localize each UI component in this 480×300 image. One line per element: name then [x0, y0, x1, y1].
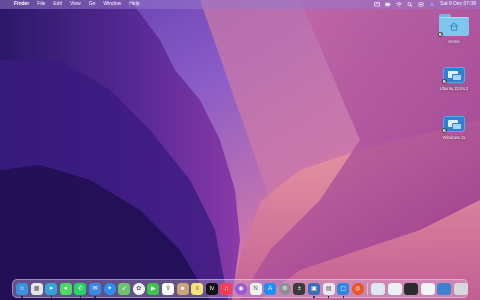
- running-indicator: [50, 296, 52, 298]
- alias-arrow-icon: ↗: [438, 32, 443, 37]
- menubar-status-area: Sat 9 Dec 07:38: [374, 0, 476, 9]
- preview-icon[interactable]: ▤: [322, 283, 335, 295]
- desktop-icon-ubuntu-vm[interactable]: ↗ Ubuntu 22.04.2: [430, 67, 478, 91]
- finder-icon[interactable]: ☺: [16, 283, 28, 295]
- maps-icon[interactable]: ➶: [118, 283, 131, 295]
- downloads-stack-icon[interactable]: [371, 283, 386, 295]
- dock: ☺ ▦ ➤ ● ✆ ✉ ✦ ➶ ✿ ▶ 9 ☻ ≡ tv ♫ ◉ N A ⚙ ± ▣ ▤ ▢ ◎: [12, 279, 468, 298]
- running-indicator: [327, 296, 330, 298]
- desktop-icon-windows-vm[interactable]: ↗ Windows 11: [430, 116, 478, 140]
- telegram-icon[interactable]: ➤: [45, 283, 58, 295]
- control-center-icon[interactable]: [418, 2, 424, 7]
- battery-icon[interactable]: [385, 2, 391, 7]
- menu-edit[interactable]: Edit: [53, 0, 62, 9]
- terminal-window-icon[interactable]: [404, 283, 419, 295]
- contacts-icon[interactable]: ☻: [176, 283, 189, 295]
- apple-tv-icon[interactable]: tv: [205, 283, 218, 295]
- menu-bar: Finder File Edit View Go Window Help Sat…: [0, 0, 480, 9]
- desktop-icon-label: Windows 11: [442, 135, 466, 140]
- podcasts-icon[interactable]: ◉: [235, 283, 247, 295]
- menu-file[interactable]: File: [37, 0, 45, 9]
- app-store-icon[interactable]: A: [264, 283, 277, 295]
- running-indicator: [313, 296, 315, 298]
- wifi-icon[interactable]: [396, 2, 402, 7]
- safari-icon[interactable]: ✦: [103, 283, 116, 295]
- menu-help[interactable]: Help: [129, 0, 139, 9]
- menu-go[interactable]: Go: [89, 0, 96, 9]
- trash-icon[interactable]: [453, 283, 468, 295]
- siri-icon[interactable]: [429, 2, 435, 7]
- alias-arrow-icon: ↗: [442, 79, 447, 84]
- calculator-icon[interactable]: ±: [293, 283, 306, 295]
- running-indicator: [94, 296, 96, 298]
- photos-icon[interactable]: ✿: [132, 283, 145, 295]
- menu-window[interactable]: Window: [103, 0, 121, 9]
- running-indicator: [79, 296, 82, 298]
- menu-app-name[interactable]: Finder: [14, 0, 29, 9]
- desktop-icon-home[interactable]: ↗ Home: [430, 14, 478, 44]
- document-stack-icon[interactable]: [387, 283, 402, 295]
- music-icon[interactable]: ♫: [220, 283, 233, 295]
- mail-icon[interactable]: ✉: [89, 283, 101, 295]
- drive-stack-icon[interactable]: [437, 283, 452, 295]
- screen-mirroring-icon[interactable]: [374, 2, 380, 7]
- facetime-icon[interactable]: ▶: [147, 283, 160, 295]
- messages-icon[interactable]: ●: [59, 283, 72, 295]
- desktop-icon-label: Home: [448, 39, 460, 44]
- virtualbox-icon[interactable]: ▣: [308, 283, 320, 295]
- search-icon[interactable]: [407, 2, 413, 7]
- alias-arrow-icon: ↗: [442, 128, 447, 133]
- running-indicator: [21, 296, 23, 298]
- news-icon[interactable]: N: [249, 283, 262, 295]
- notes-icon[interactable]: ≡: [191, 283, 204, 295]
- window-app-icon[interactable]: ▢: [337, 283, 350, 295]
- menu-view[interactable]: View: [70, 0, 81, 9]
- whatsapp-icon[interactable]: ✆: [74, 283, 87, 295]
- dock-separator: [367, 283, 369, 295]
- system-settings-icon[interactable]: ⚙: [278, 283, 291, 295]
- ubuntu-icon[interactable]: ◎: [351, 283, 364, 295]
- running-indicator: [342, 296, 344, 298]
- calendar-icon[interactable]: 9: [162, 283, 174, 295]
- finder-window-icon[interactable]: [420, 283, 435, 295]
- desktop-wallpaper: [0, 0, 480, 300]
- launchpad-icon[interactable]: ▦: [30, 283, 43, 295]
- desktop-icon-label: Ubuntu 22.04.2: [439, 86, 469, 91]
- menubar-clock[interactable]: Sat 9 Dec 07:38: [440, 0, 476, 9]
- home-folder-icon: [439, 14, 469, 36]
